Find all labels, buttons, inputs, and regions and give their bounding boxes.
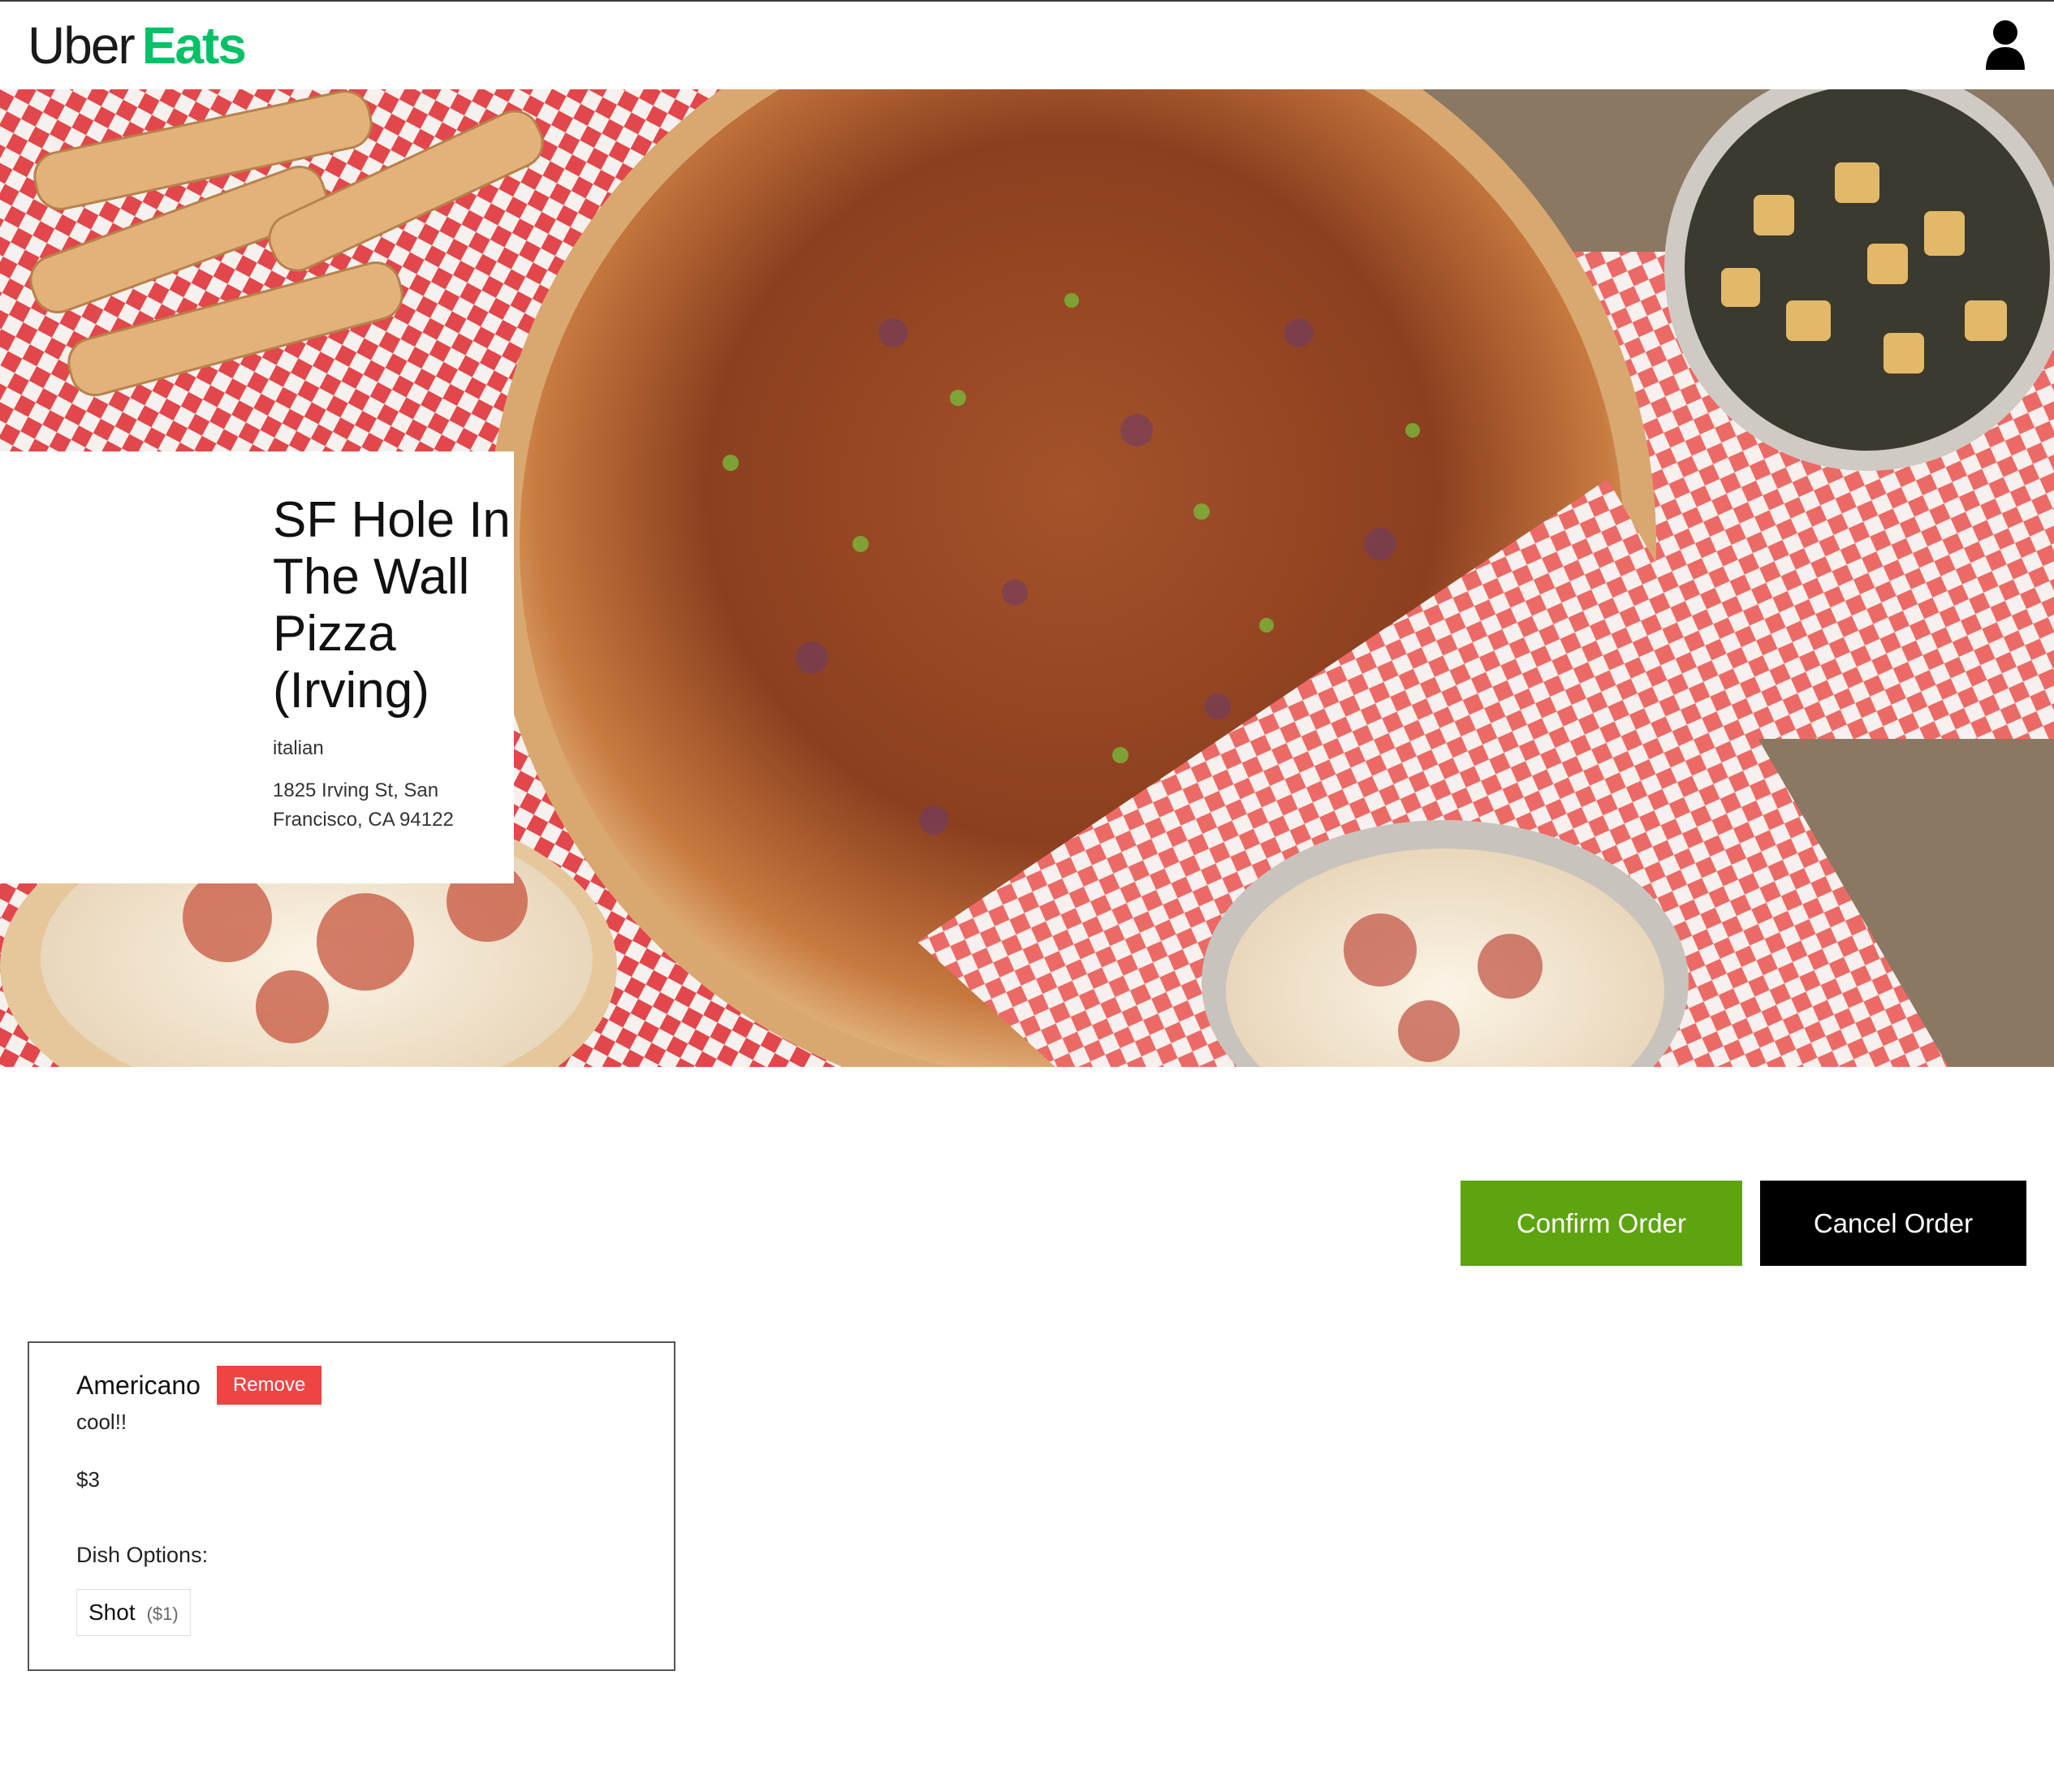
dish-option-price: ($1)	[146, 1604, 179, 1624]
restaurant-name: SF Hole In The Wall Pizza (Irving)	[273, 492, 511, 719]
logo-eats-text: Eats	[141, 16, 247, 75]
top-nav: Uber Eats	[0, 2, 2054, 89]
restaurant-category: italian	[273, 737, 324, 759]
dish-option-name: Shot	[88, 1600, 136, 1625]
uber-eats-logo[interactable]: Uber Eats	[28, 15, 247, 76]
restaurant-info-card: SF Hole In The Wall Pizza (Irving) itali…	[0, 451, 514, 883]
dish-options-label: Dish Options:	[76, 1543, 209, 1567]
dish-description: cool!!	[76, 1410, 127, 1434]
order-actions: Confirm Order Cancel Order	[1461, 1181, 2026, 1266]
remove-item-button[interactable]: Remove	[216, 1366, 322, 1405]
restaurant-address: 1825 Irving St, San Francisco, CA 94122	[273, 779, 454, 831]
dish-price: $3	[76, 1467, 100, 1492]
logo-uber-text: Uber	[28, 16, 136, 75]
order-item-card: Americano Remove cool!! $3 Dish Options:…	[28, 1341, 675, 1671]
dish-name: Americano	[76, 1370, 201, 1400]
restaurant-cover-image: SF Hole In The Wall Pizza (Irving) itali…	[0, 89, 2054, 1067]
order-item-header: Americano Remove	[76, 1366, 627, 1405]
dish-option-chip[interactable]: Shot ($1)	[76, 1589, 191, 1636]
cancel-order-button[interactable]: Cancel Order	[1760, 1181, 2026, 1266]
confirm-order-button[interactable]: Confirm Order	[1461, 1181, 1742, 1266]
user-icon[interactable]	[1984, 19, 2026, 71]
